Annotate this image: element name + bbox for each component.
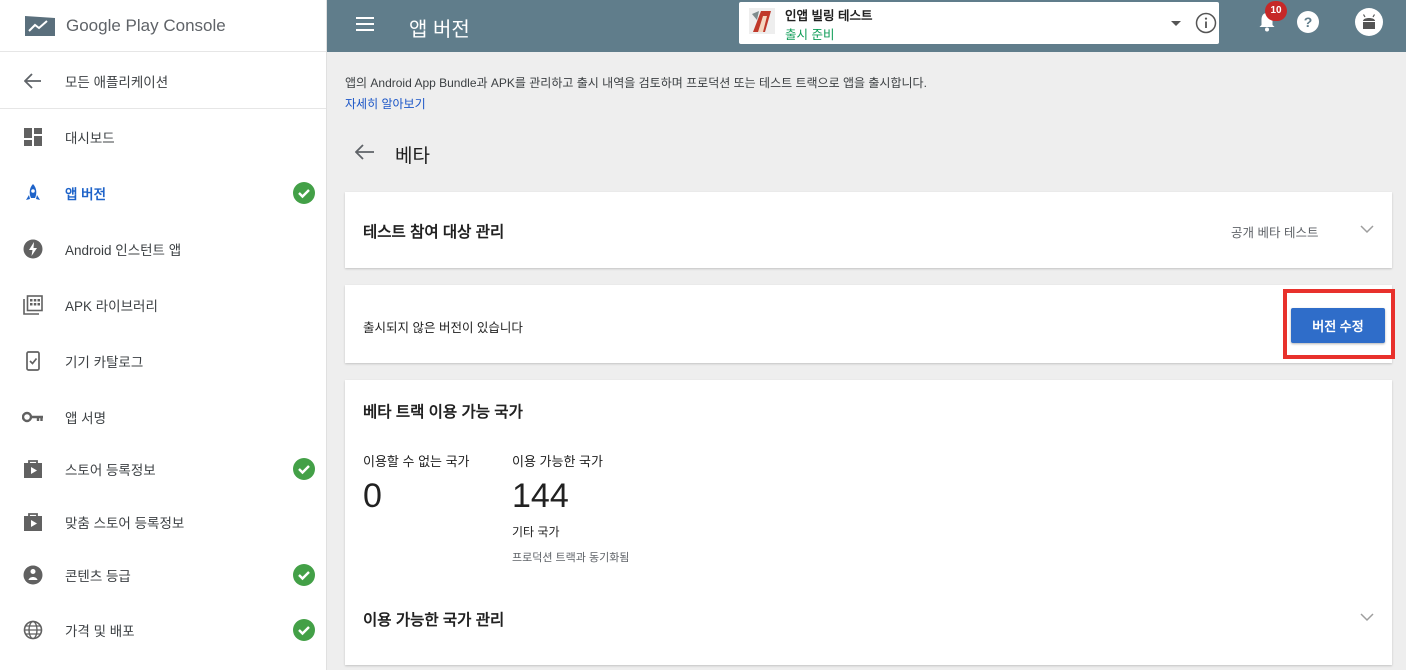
help-icon[interactable]: ? <box>1296 10 1320 34</box>
chevron-down-icon[interactable] <box>1360 613 1374 622</box>
globe-icon <box>22 619 44 641</box>
library-icon <box>22 294 44 316</box>
sidebar-item-label: 앱 서명 <box>65 411 107 426</box>
dashboard-icon <box>22 126 44 148</box>
sidebar-item-content-rating[interactable]: 콘텐츠 등급 <box>0 547 326 603</box>
store-icon <box>22 511 44 533</box>
store-icon <box>22 458 44 480</box>
sidebar-item-store-listing[interactable]: 스토어 등록정보 <box>0 441 326 497</box>
manage-countries-title[interactable]: 이용 가능한 국가 관리 <box>363 608 504 630</box>
draft-release-text: 출시되지 않은 버전이 있습니다 <box>363 321 523 335</box>
manage-testers-title: 테스트 참여 대상 관리 <box>363 224 505 241</box>
highlight-annotation-box <box>1283 289 1395 359</box>
info-icon[interactable] <box>1195 12 1217 34</box>
dropdown-arrow-icon[interactable] <box>1171 21 1181 26</box>
app-name: 인앱 빌링 테스트 <box>785 9 873 23</box>
device-icon <box>22 350 44 372</box>
available-countries-value: 144 <box>512 477 569 515</box>
app-selector[interactable]: 인앱 빌링 테스트 출시 준비 <box>739 2 1219 44</box>
top-app-bar: 앱 버전 인앱 빌링 테스트 출시 준비 10 ? <box>327 0 1406 52</box>
app-status: 출시 준비 <box>785 28 835 42</box>
sidebar-item-label: 대시보드 <box>65 131 115 146</box>
arrow-back-icon <box>22 70 44 92</box>
rocket-icon <box>22 182 44 204</box>
sidebar-item-app-signing[interactable]: 앱 서명 <box>0 389 326 445</box>
check-circle-icon <box>293 564 315 586</box>
check-circle-icon <box>293 182 315 204</box>
available-countries-label: 이용 가능한 국가 <box>512 454 603 469</box>
rating-icon <box>22 564 44 586</box>
sidebar-item-label: 스토어 등록정보 <box>65 463 156 478</box>
sidebar-item-pricing-distribution[interactable]: 가격 및 배포 <box>0 602 326 658</box>
bolt-icon <box>22 238 44 260</box>
sidebar-item-device-catalog[interactable]: 기기 카탈로그 <box>0 333 326 389</box>
unavailable-countries-value: 0 <box>363 477 382 515</box>
synced-with-production-label: 프로덕션 트랙과 동기화됨 <box>512 552 630 564</box>
manage-testers-card[interactable]: 테스트 참여 대상 관리 공개 베타 테스트 <box>345 192 1392 268</box>
track-title: 베타 <box>395 146 430 167</box>
page-title: 앱 버전 <box>409 19 470 41</box>
sidebar-back-all-apps[interactable]: 모든 애플리케이션 <box>0 53 326 109</box>
check-circle-icon <box>293 619 315 641</box>
key-icon <box>22 406 44 428</box>
check-circle-icon <box>293 458 315 480</box>
menu-icon[interactable] <box>356 17 374 31</box>
play-console-logo-icon <box>25 15 55 36</box>
sidebar-item-apk-library[interactable]: APK 라이브러리 <box>0 277 326 333</box>
chevron-down-icon[interactable] <box>1360 225 1374 234</box>
other-countries-label: 기타 국가 <box>512 525 560 539</box>
brand-header[interactable]: Google Play Console <box>0 0 326 52</box>
sidebar-item-label: 콘텐츠 등급 <box>65 569 131 584</box>
account-avatar-icon[interactable] <box>1355 8 1383 36</box>
sidebar-item-label: Android 인스턴트 앱 <box>65 243 182 258</box>
arrow-back-icon[interactable] <box>355 144 375 160</box>
sidebar-item-label: 가격 및 배포 <box>65 624 135 639</box>
sidebar-item-label: APK 라이브러리 <box>65 299 158 314</box>
countries-title: 베타 트랙 이용 가능 국가 <box>363 404 523 421</box>
draft-release-card: 출시되지 않은 버전이 있습니다 버전 수정 <box>345 285 1395 363</box>
sidebar-item-dashboard[interactable]: 대시보드 <box>0 109 326 165</box>
app-thumbnail-icon <box>749 8 775 34</box>
available-countries-card: 베타 트랙 이용 가능 국가 이용할 수 없는 국가 0 이용 가능한 국가 1… <box>345 380 1392 665</box>
brand-console: Console <box>158 15 226 35</box>
sidebar-item-app-releases[interactable]: 앱 버전 <box>0 165 326 221</box>
svg-text:?: ? <box>1304 14 1313 30</box>
sidebar-item-label: 맞춤 스토어 등록정보 <box>65 516 185 531</box>
sidebar-item-instant-apps[interactable]: Android 인스턴트 앱 <box>0 221 326 277</box>
sidebar-item-label: 기기 카탈로그 <box>65 355 144 370</box>
sidebar-back-label: 모든 애플리케이션 <box>65 74 169 90</box>
testing-type-value: 공개 베타 테스트 <box>1231 226 1319 240</box>
notification-badge: 10 <box>1265 1 1287 21</box>
unavailable-countries-label: 이용할 수 없는 국가 <box>363 454 470 469</box>
learn-more-link[interactable]: 자세히 알아보기 <box>345 95 426 112</box>
sidebar: Google Play Console 모든 애플리케이션 대시보드 앱 버전 … <box>0 0 327 670</box>
page-description: 앱의 Android App Bundle과 APK를 관리하고 출시 내역을 … <box>345 76 927 90</box>
brand-google: Google Play <box>66 15 159 35</box>
sidebar-item-label: 앱 버전 <box>65 187 107 202</box>
sidebar-item-custom-store-listing[interactable]: 맞춤 스토어 등록정보 <box>0 494 326 550</box>
